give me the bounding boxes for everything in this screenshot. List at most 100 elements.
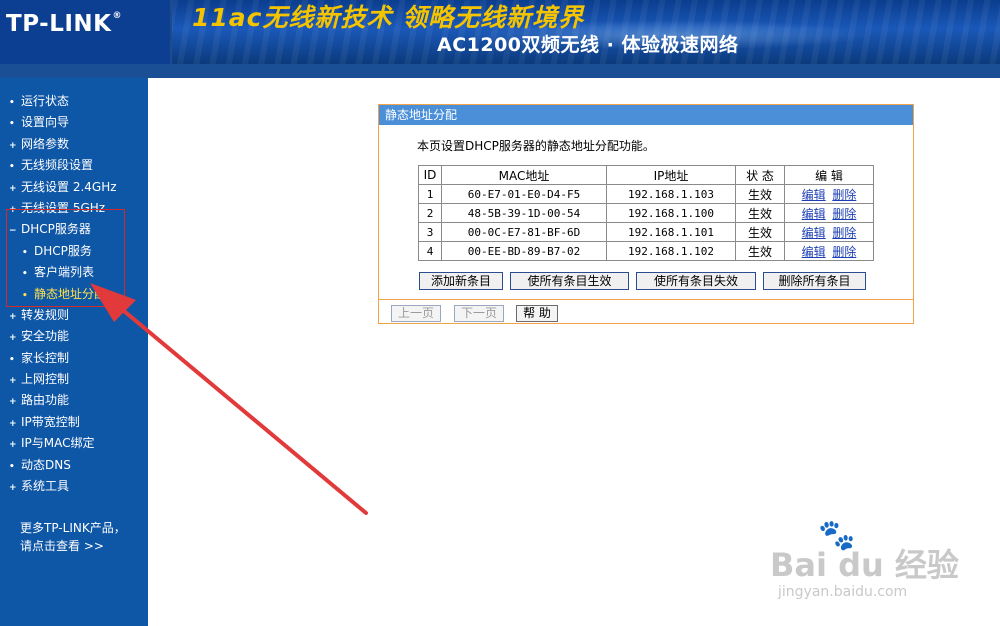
panel-divider — [379, 299, 913, 300]
cell-id: 4 — [418, 241, 442, 261]
disable-all-button[interactable]: 使所有条目失效 — [636, 272, 756, 290]
table-row: 3 00-0C-E7-81-BF-6D 192.168.1.101 生效 编辑 … — [418, 222, 874, 242]
enable-all-button[interactable]: 使所有条目生效 — [510, 272, 629, 290]
sidebar-item-label: 安全功能 — [21, 329, 70, 343]
cell-actions: 编辑 删除 — [784, 203, 874, 223]
header-bottom-strip — [0, 64, 1000, 78]
sidebar-item-label: 动态DNS — [21, 458, 71, 472]
cell-actions: 编辑 删除 — [784, 184, 874, 204]
expand-icon: + — [9, 483, 17, 493]
edit-link[interactable]: 编辑 — [802, 226, 826, 240]
sidebar-item-label: 路由功能 — [21, 393, 70, 407]
delete-link[interactable]: 删除 — [832, 226, 856, 240]
static-address-panel: 静态地址分配 本页设置DHCP服务器的静态地址分配功能。 ID MAC地址 IP… — [378, 104, 914, 324]
baidu-watermark: 🐾 Bai du 经验 jingyan.baidu.com — [760, 518, 990, 618]
cell-ip: 192.168.1.100 — [606, 203, 736, 223]
cell-actions: 编辑 删除 — [784, 241, 874, 261]
delete-all-button[interactable]: 删除所有条目 — [763, 272, 866, 290]
registered-mark: ® — [112, 11, 122, 21]
panel-description: 本页设置DHCP服务器的静态地址分配功能。 — [417, 139, 655, 153]
sidebar-item-ip-mac-binding[interactable]: + IP与MAC绑定 — [9, 433, 95, 453]
cell-id: 2 — [418, 203, 442, 223]
sidebar-item-parental-control[interactable]: • 家长控制 — [9, 348, 69, 368]
bullet-icon: • — [9, 462, 15, 472]
edit-link[interactable]: 编辑 — [802, 188, 826, 202]
cell-status: 生效 — [735, 222, 785, 242]
logo-area: TP-LINK® — [0, 0, 170, 64]
logo-text: TP-LINK — [6, 11, 112, 37]
help-button[interactable]: 帮 助 — [516, 305, 558, 322]
delete-link[interactable]: 删除 — [832, 245, 856, 259]
expand-icon: + — [9, 376, 17, 386]
cell-ip: 192.168.1.103 — [606, 184, 736, 204]
sidebar-item-wireless-band[interactable]: • 无线频段设置 — [9, 155, 93, 175]
sidebar-item-security[interactable]: + 安全功能 — [9, 326, 69, 346]
expand-icon: + — [9, 184, 17, 194]
sidebar-item-routing[interactable]: + 路由功能 — [9, 390, 69, 410]
banner: 11ac无线新技术 领略无线新境界 AC1200双频无线 · 体验极速网络 — [172, 0, 1000, 64]
sidebar-item-internet-control[interactable]: + 上网控制 — [9, 369, 69, 389]
sidebar-item-network[interactable]: + 网络参数 — [9, 134, 69, 154]
panel-title: 静态地址分配 — [379, 105, 913, 125]
edit-link[interactable]: 编辑 — [802, 207, 826, 221]
table-row: 2 48-5B-39-1D-00-54 192.168.1.100 生效 编辑 … — [418, 203, 874, 223]
col-header-edit: 编 辑 — [784, 165, 874, 185]
expand-icon: + — [9, 419, 17, 429]
expand-icon: + — [9, 397, 17, 407]
sidebar-item-label: 系统工具 — [21, 479, 70, 493]
more-products-line1: 更多TP-LINK产品， — [20, 521, 126, 535]
sidebar-item-system-tools[interactable]: + 系统工具 — [9, 476, 69, 496]
delete-link[interactable]: 删除 — [832, 207, 856, 221]
sidebar-item-label: 无线频段设置 — [21, 158, 94, 172]
prev-page-button[interactable]: 上一页 — [391, 305, 441, 322]
table-row: 4 00-EE-BD-89-B7-02 192.168.1.102 生效 编辑 … — [418, 241, 874, 261]
banner-product-line: AC1200双频无线 · 体验极速网络 — [437, 34, 739, 56]
col-header-id: ID — [418, 165, 442, 185]
cell-status: 生效 — [735, 184, 785, 204]
sidebar-item-label: 上网控制 — [21, 372, 70, 386]
tp-link-logo[interactable]: TP-LINK® — [6, 11, 122, 37]
sidebar-item-label: IP与MAC绑定 — [21, 436, 95, 450]
cell-status: 生效 — [735, 203, 785, 223]
more-products-link[interactable]: 更多TP-LINK产品， 请点击查看 >> — [20, 519, 126, 555]
bullet-icon: • — [9, 119, 15, 129]
expand-icon: + — [9, 440, 17, 450]
edit-link[interactable]: 编辑 — [802, 245, 826, 259]
sidebar-item-label: 家长控制 — [21, 351, 70, 365]
cell-mac: 00-0C-E7-81-BF-6D — [441, 222, 607, 242]
static-address-table: ID MAC地址 IP地址 状 态 编 辑 1 60-E7-01-E0-D4-F… — [418, 165, 874, 261]
next-page-button[interactable]: 下一页 — [454, 305, 504, 322]
cell-mac: 00-EE-BD-89-B7-02 — [441, 241, 607, 261]
bullet-icon: • — [9, 162, 15, 172]
sidebar-item-status[interactable]: • 运行状态 — [9, 91, 69, 111]
expand-icon: + — [9, 312, 17, 322]
header: TP-LINK® 11ac无线新技术 领略无线新境界 AC1200双频无线 · … — [0, 0, 1000, 64]
bullet-icon: • — [9, 355, 15, 365]
cell-actions: 编辑 删除 — [784, 222, 874, 242]
table-row: 1 60-E7-01-E0-D4-F5 192.168.1.103 生效 编辑 … — [418, 184, 874, 204]
more-products-line2: 请点击查看 >> — [20, 539, 104, 553]
sidebar-item-forwarding[interactable]: + 转发规则 — [9, 305, 69, 325]
cell-ip: 192.168.1.101 — [606, 222, 736, 242]
cell-mac: 48-5B-39-1D-00-54 — [441, 203, 607, 223]
cell-id: 1 — [418, 184, 442, 204]
annotation-highlight-box — [6, 209, 125, 307]
delete-link[interactable]: 删除 — [832, 188, 856, 202]
table-header-row: ID MAC地址 IP地址 状 态 编 辑 — [418, 165, 874, 185]
sidebar-item-setup-wizard[interactable]: • 设置向导 — [9, 112, 69, 132]
sidebar-item-ip-bandwidth[interactable]: + IP带宽控制 — [9, 412, 80, 432]
col-header-mac: MAC地址 — [441, 165, 607, 185]
sidebar-item-wireless-24ghz[interactable]: + 无线设置 2.4GHz — [9, 177, 117, 197]
expand-icon: + — [9, 141, 17, 151]
cell-id: 3 — [418, 222, 442, 242]
col-header-status: 状 态 — [735, 165, 785, 185]
sidebar-item-label: IP带宽控制 — [21, 415, 80, 429]
cell-status: 生效 — [735, 241, 785, 261]
col-header-ip: IP地址 — [606, 165, 736, 185]
add-entry-button[interactable]: 添加新条目 — [419, 272, 503, 290]
expand-icon: + — [9, 333, 17, 343]
sidebar-item-ddns[interactable]: • 动态DNS — [9, 455, 71, 475]
banner-slogan: 11ac无线新技术 领略无线新境界 — [192, 3, 585, 32]
sidebar-item-label: 设置向导 — [21, 115, 70, 129]
sidebar-item-label: 转发规则 — [21, 308, 70, 322]
